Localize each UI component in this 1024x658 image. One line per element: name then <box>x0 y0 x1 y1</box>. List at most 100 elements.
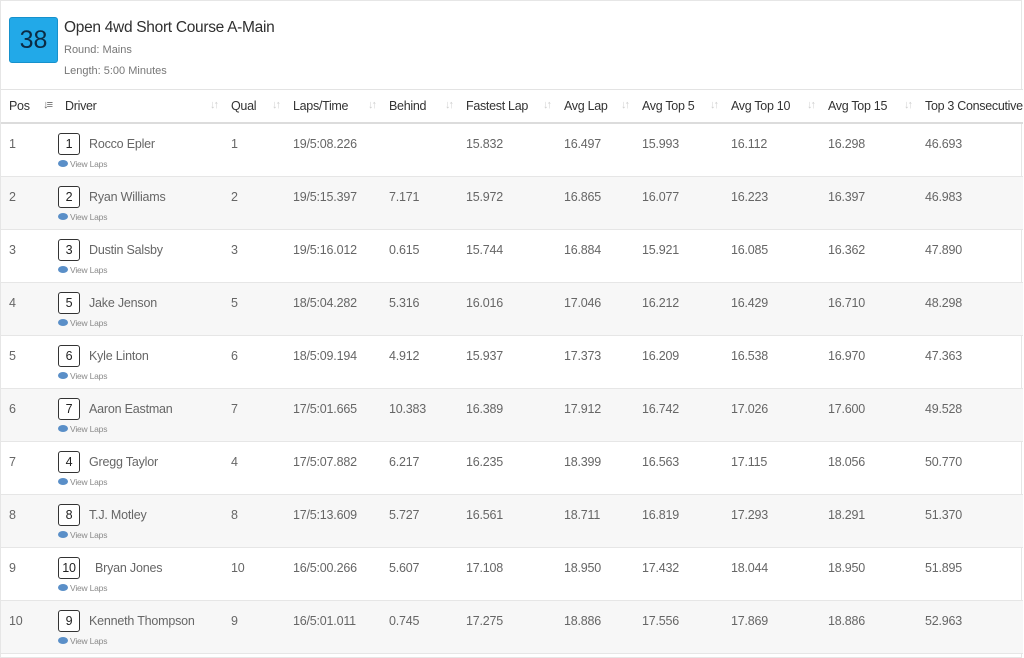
avg-lap-cell: 18.886 <box>556 600 634 654</box>
pos-cell: 2 <box>1 176 57 230</box>
qual-value: 5 <box>231 296 238 310</box>
sort-arrows-icon[interactable]: ↓↑ <box>210 99 219 111</box>
view-laps-link[interactable]: View Laps <box>58 530 107 540</box>
laps-time-value: 19/5:08.226 <box>293 137 357 151</box>
pos-cell: 6 <box>1 388 57 442</box>
table-row: 2 2 Ryan Williams View Laps 2 19/5:15.39… <box>1 176 1023 230</box>
sort-arrows-icon[interactable]: ↓↑ <box>543 99 552 111</box>
pos-value: 1 <box>9 137 16 151</box>
avg-lap-value: 18.711 <box>564 508 601 522</box>
column-header-avg-lap[interactable]: Avg Lap ↓↑ <box>556 89 634 124</box>
pos-value: 2 <box>9 190 16 204</box>
sort-arrows-icon[interactable]: ↓↑ <box>904 99 913 111</box>
top3-consecutive-cell: 51.370 <box>917 494 1023 548</box>
pos-cell: 1 <box>1 123 57 177</box>
avg-lap-value: 17.046 <box>564 296 602 310</box>
avg-top10-value: 16.538 <box>731 349 769 363</box>
avg-lap-cell: 16.884 <box>556 229 634 283</box>
sort-arrows-icon[interactable]: ↓↑ <box>368 99 377 111</box>
view-laps-link[interactable]: View Laps <box>58 159 107 169</box>
behind-value: 5.727 <box>389 508 420 522</box>
avg-top10-cell: 18.044 <box>723 547 820 601</box>
behind-cell: 5.316 <box>381 282 458 336</box>
view-laps-link[interactable]: View Laps <box>58 371 107 381</box>
view-laps-label[interactable]: View Laps <box>70 318 107 328</box>
view-laps-label[interactable]: View Laps <box>70 636 107 646</box>
driver-cell: 3 Dustin Salsby View Laps <box>57 229 223 283</box>
table-row: 3 3 Dustin Salsby View Laps 3 19/5:16.01… <box>1 229 1023 283</box>
view-laps-link[interactable]: View Laps <box>58 477 107 487</box>
car-number: 9 <box>58 610 80 632</box>
laps-time-value: 17/5:13.609 <box>293 508 357 522</box>
avg-top10-cell: 16.429 <box>723 282 820 336</box>
sort-amount-icon[interactable]: ↓≡ <box>43 99 53 111</box>
view-laps-label[interactable]: View Laps <box>70 371 107 381</box>
view-laps-link[interactable]: View Laps <box>58 636 107 646</box>
view-laps-label[interactable]: View Laps <box>70 212 107 222</box>
fastest-lap-cell: 17.108 <box>458 547 556 601</box>
eye-icon <box>58 531 68 538</box>
column-header-pos[interactable]: Pos ↓≡ <box>1 89 57 124</box>
sort-arrows-icon[interactable]: ↓↑ <box>710 99 719 111</box>
top3-consecutive-cell: 46.693 <box>917 123 1023 177</box>
qual-cell: 10 <box>223 547 285 601</box>
sort-arrows-icon[interactable]: ↓↑ <box>445 99 454 111</box>
avg-top5-value: 15.993 <box>642 137 680 151</box>
car-number: 1 <box>58 133 80 155</box>
column-header-fastest-lap[interactable]: Fastest Lap ↓↑ <box>458 89 556 124</box>
avg-top15-cell: 18.886 <box>820 600 917 654</box>
race-round: Round: Mains <box>64 44 132 56</box>
column-label: Avg Top 15 <box>828 99 888 113</box>
pos-cell: 10 <box>1 600 57 654</box>
view-laps-link[interactable]: View Laps <box>58 212 107 222</box>
view-laps-label[interactable]: View Laps <box>70 424 107 434</box>
column-header-avg-top5[interactable]: Avg Top 5 ↓↑ <box>634 89 723 124</box>
column-header-driver[interactable]: Driver ↓↑ <box>57 89 223 124</box>
view-laps-link[interactable]: View Laps <box>58 424 107 434</box>
avg-lap-cell: 16.497 <box>556 123 634 177</box>
fastest-lap-value: 15.832 <box>466 137 504 151</box>
column-label: Qual <box>231 99 257 113</box>
top3-consecutive-cell: 51.895 <box>917 547 1023 601</box>
view-laps-label[interactable]: View Laps <box>70 265 107 275</box>
qual-cell: 3 <box>223 229 285 283</box>
table-row: 9 10 Bryan Jones View Laps 10 16/5:00.26… <box>1 547 1023 601</box>
column-header-qual[interactable]: Qual ↓↑ <box>223 89 285 124</box>
sort-arrows-icon[interactable]: ↓↑ <box>272 99 281 111</box>
pos-cell: 4 <box>1 282 57 336</box>
behind-cell: 6.217 <box>381 441 458 495</box>
avg-top10-value: 17.026 <box>731 402 769 416</box>
sort-arrows-icon[interactable]: ↓↑ <box>807 99 816 111</box>
view-laps-link[interactable]: View Laps <box>58 265 107 275</box>
sort-arrows-icon[interactable]: ↓↑ <box>621 99 630 111</box>
column-header-avg-top10[interactable]: Avg Top 10 ↓↑ <box>723 89 820 124</box>
behind-cell: 0.615 <box>381 229 458 283</box>
top3-consecutive-value: 50.770 <box>925 455 963 469</box>
view-laps-label[interactable]: View Laps <box>70 530 107 540</box>
avg-lap-cell: 17.373 <box>556 335 634 389</box>
avg-top10-cell: 17.026 <box>723 388 820 442</box>
laps-time-value: 18/5:09.194 <box>293 349 357 363</box>
avg-top5-cell: 16.212 <box>634 282 723 336</box>
column-header-behind[interactable]: Behind ↓↑ <box>381 89 458 124</box>
driver-name: Kyle Linton <box>89 349 149 363</box>
top3-consecutive-cell: 48.298 <box>917 282 1023 336</box>
column-header-avg-top15[interactable]: Avg Top 15 ↓↑ <box>820 89 917 124</box>
view-laps-label[interactable]: View Laps <box>70 477 107 487</box>
view-laps-label[interactable]: View Laps <box>70 583 107 593</box>
eye-icon <box>58 637 68 644</box>
avg-lap-value: 18.950 <box>564 561 602 575</box>
view-laps-link[interactable]: View Laps <box>58 583 107 593</box>
pos-cell: 5 <box>1 335 57 389</box>
laps-time-value: 18/5:04.282 <box>293 296 357 310</box>
avg-top15-value: 18.950 <box>828 561 866 575</box>
table-row: 4 5 Jake Jenson View Laps 5 18/5:04.282 … <box>1 282 1023 336</box>
column-header-top3-consecutive[interactable]: Top 3 Consecutive <box>917 89 1023 124</box>
view-laps-link[interactable]: View Laps <box>58 318 107 328</box>
laps-time-value: 19/5:16.012 <box>293 243 357 257</box>
view-laps-label[interactable]: View Laps <box>70 159 107 169</box>
qual-cell: 8 <box>223 494 285 548</box>
column-header-laps-time[interactable]: Laps/Time ↓↑ <box>285 89 381 124</box>
car-number: 3 <box>58 239 80 261</box>
car-number: 8 <box>58 504 80 526</box>
